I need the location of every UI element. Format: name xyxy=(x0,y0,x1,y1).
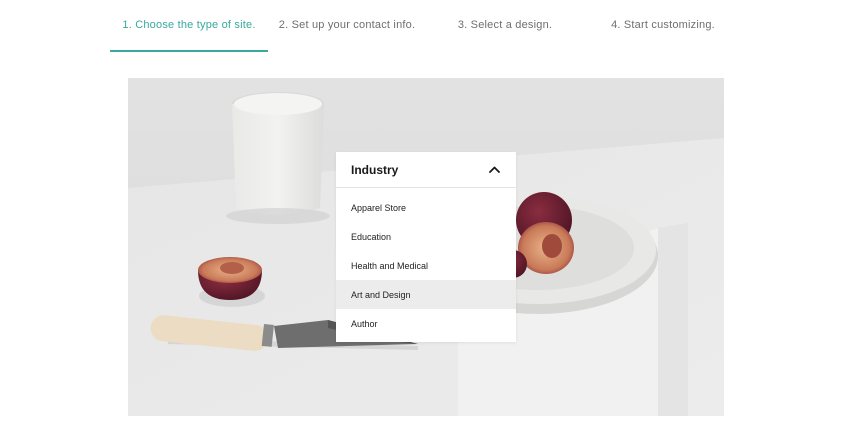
option-art-and-design[interactable]: Art and Design xyxy=(336,280,516,309)
industry-dropdown[interactable]: Industry Apparel Store Education Health … xyxy=(336,152,516,342)
step-contact-info[interactable]: 2. Set up your contact info. xyxy=(268,0,426,52)
dropdown-title: Industry xyxy=(351,162,399,177)
step-select-design[interactable]: 3. Select a design. xyxy=(426,0,584,52)
dropdown-options: Apparel Store Education Health and Medic… xyxy=(336,188,516,338)
chevron-up-icon[interactable] xyxy=(489,166,500,173)
step-label: 4. Start customizing. xyxy=(611,19,715,31)
dropdown-header[interactable]: Industry xyxy=(336,152,516,188)
step-label: 2. Set up your contact info. xyxy=(278,19,416,31)
wizard-steps: 1. Choose the type of site. 2. Set up yo… xyxy=(0,0,844,52)
step-label: 3. Select a design. xyxy=(457,19,553,31)
step-choose-site-type[interactable]: 1. Choose the type of site. xyxy=(110,0,268,52)
option-health-and-medical[interactable]: Health and Medical xyxy=(336,251,516,280)
step-label: 1. Choose the type of site. xyxy=(122,19,256,31)
option-education[interactable]: Education xyxy=(336,222,516,251)
option-apparel-store[interactable]: Apparel Store xyxy=(336,193,516,222)
step-start-customizing[interactable]: 4. Start customizing. xyxy=(584,0,742,52)
option-author[interactable]: Author xyxy=(336,309,516,338)
